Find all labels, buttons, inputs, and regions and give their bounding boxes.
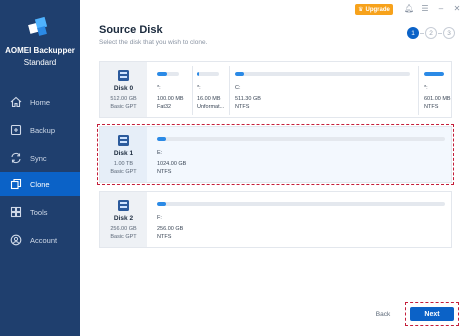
page-subtitle: Select the disk that you wish to clone. <box>99 39 208 46</box>
partition-fs: NTFS <box>424 104 439 110</box>
partition-fs: Fat32 <box>157 104 172 110</box>
partition[interactable]: C: 511.30 GB NTFS <box>235 62 415 117</box>
disk-row-2[interactable]: Disk 2 256.00 GB Basic GPT F: 256.00 GB … <box>99 191 452 248</box>
partition-size: 601.00 MB <box>424 96 451 102</box>
partition-size: 256.00 GB <box>157 226 184 232</box>
sidebar: AOMEI Backupper Standard Home Backup Syn… <box>0 0 80 336</box>
sidebar-item-label: Backup <box>30 125 56 135</box>
upgrade-button[interactable]: ♛ Upgrade <box>355 4 393 15</box>
sidebar-item-tools[interactable]: Tools <box>0 200 80 224</box>
partition-usage-bar <box>235 72 410 76</box>
brand-name: AOMEI Backupper <box>5 46 75 55</box>
partition-size: 16.00 MB <box>197 96 221 102</box>
sidebar-item-backup[interactable]: Backup <box>0 118 80 142</box>
sidebar-item-label: Account <box>30 235 58 245</box>
partition-label: *: <box>197 85 201 91</box>
partition-usage-fill <box>157 72 167 76</box>
sidebar-item-label: Home <box>30 97 51 107</box>
brand-edition: Standard <box>23 58 57 67</box>
partition-usage-bar <box>424 72 444 76</box>
partition-size: 511.30 GB <box>235 96 261 102</box>
partition-label: *: <box>157 85 161 91</box>
sidebar-item-clone[interactable]: Clone <box>0 172 80 196</box>
account-icon <box>10 234 22 246</box>
home-icon <box>10 96 22 108</box>
partition-usage-fill <box>235 72 244 76</box>
back-button[interactable]: Back <box>372 307 394 321</box>
step-2: 2 <box>425 27 437 39</box>
upgrade-label: Upgrade <box>365 6 390 13</box>
partition-usage-fill <box>197 72 200 76</box>
sidebar-item-label: Clone <box>30 179 50 189</box>
bell-icon[interactable]: 🔔︎ <box>404 4 414 14</box>
sidebar-item-account[interactable]: Account <box>0 228 80 252</box>
partition[interactable]: *: 16.00 MB Unformat... <box>197 62 229 117</box>
close-icon[interactable]: ✕ <box>452 4 462 14</box>
disk-type: Basic GPT <box>110 234 137 240</box>
minimize-icon[interactable]: – <box>436 4 446 14</box>
crown-icon: ♛ <box>358 7 364 13</box>
aomei-logo-icon <box>28 16 48 36</box>
partition-divider <box>418 66 419 115</box>
partition-usage-bar <box>157 202 445 206</box>
partition-divider <box>229 66 230 115</box>
disk-info: Disk 0 512.00 GB Basic GPT <box>100 62 147 117</box>
partition[interactable]: *: 100.00 MB Fat32 <box>157 62 192 117</box>
disk-size: 256.00 GB <box>110 226 137 232</box>
partition[interactable]: F: 256.00 GB NTFS <box>157 192 447 247</box>
menu-icon[interactable]: ☰ <box>420 4 430 14</box>
step-connector <box>420 32 424 34</box>
partition-usage-bar <box>197 72 219 76</box>
partition-label: *: <box>424 85 428 91</box>
disk-type: Basic GPT <box>110 104 137 110</box>
disk-info: Disk 2 256.00 GB Basic GPT <box>100 192 147 247</box>
partition-fs: NTFS <box>235 104 250 110</box>
partition-fs: NTFS <box>157 234 172 240</box>
sync-icon <box>11 152 21 164</box>
disk-name: Disk 0 <box>113 85 134 92</box>
step-indicator: 1 2 3 <box>407 27 455 39</box>
tools-icon <box>10 206 22 218</box>
clone-icon <box>10 178 22 190</box>
partition[interactable]: *: 601.00 MB NTFS <box>424 62 451 117</box>
disk-icon <box>118 200 129 211</box>
step-1: 1 <box>407 27 419 39</box>
partition-size: 100.00 MB <box>157 96 184 102</box>
disk-name: Disk 2 <box>113 215 134 222</box>
partition-usage-fill <box>157 202 166 206</box>
partition-label: C: <box>235 85 241 91</box>
partition-usage-bar <box>157 72 179 76</box>
sidebar-item-label: Tools <box>30 207 48 217</box>
disk-icon <box>118 70 129 81</box>
next-highlight <box>405 302 459 326</box>
step-3: 3 <box>443 27 455 39</box>
disk-row-0[interactable]: Disk 0 512.00 GB Basic GPT *: 100.00 MB … <box>99 61 452 118</box>
selection-highlight <box>97 124 454 185</box>
step-connector <box>438 32 442 34</box>
partition-divider <box>192 66 193 115</box>
partition-label: F: <box>157 215 162 221</box>
page-title: Source Disk <box>99 24 163 36</box>
sidebar-item-sync[interactable]: Sync <box>0 146 80 170</box>
sidebar-item-home[interactable]: Home <box>0 90 80 114</box>
disk-size: 512.00 GB <box>110 96 137 102</box>
backup-icon <box>10 124 22 136</box>
sidebar-item-label: Sync <box>30 153 47 163</box>
partition-fs: Unformat... <box>197 104 225 110</box>
partition-usage-fill <box>424 72 444 76</box>
